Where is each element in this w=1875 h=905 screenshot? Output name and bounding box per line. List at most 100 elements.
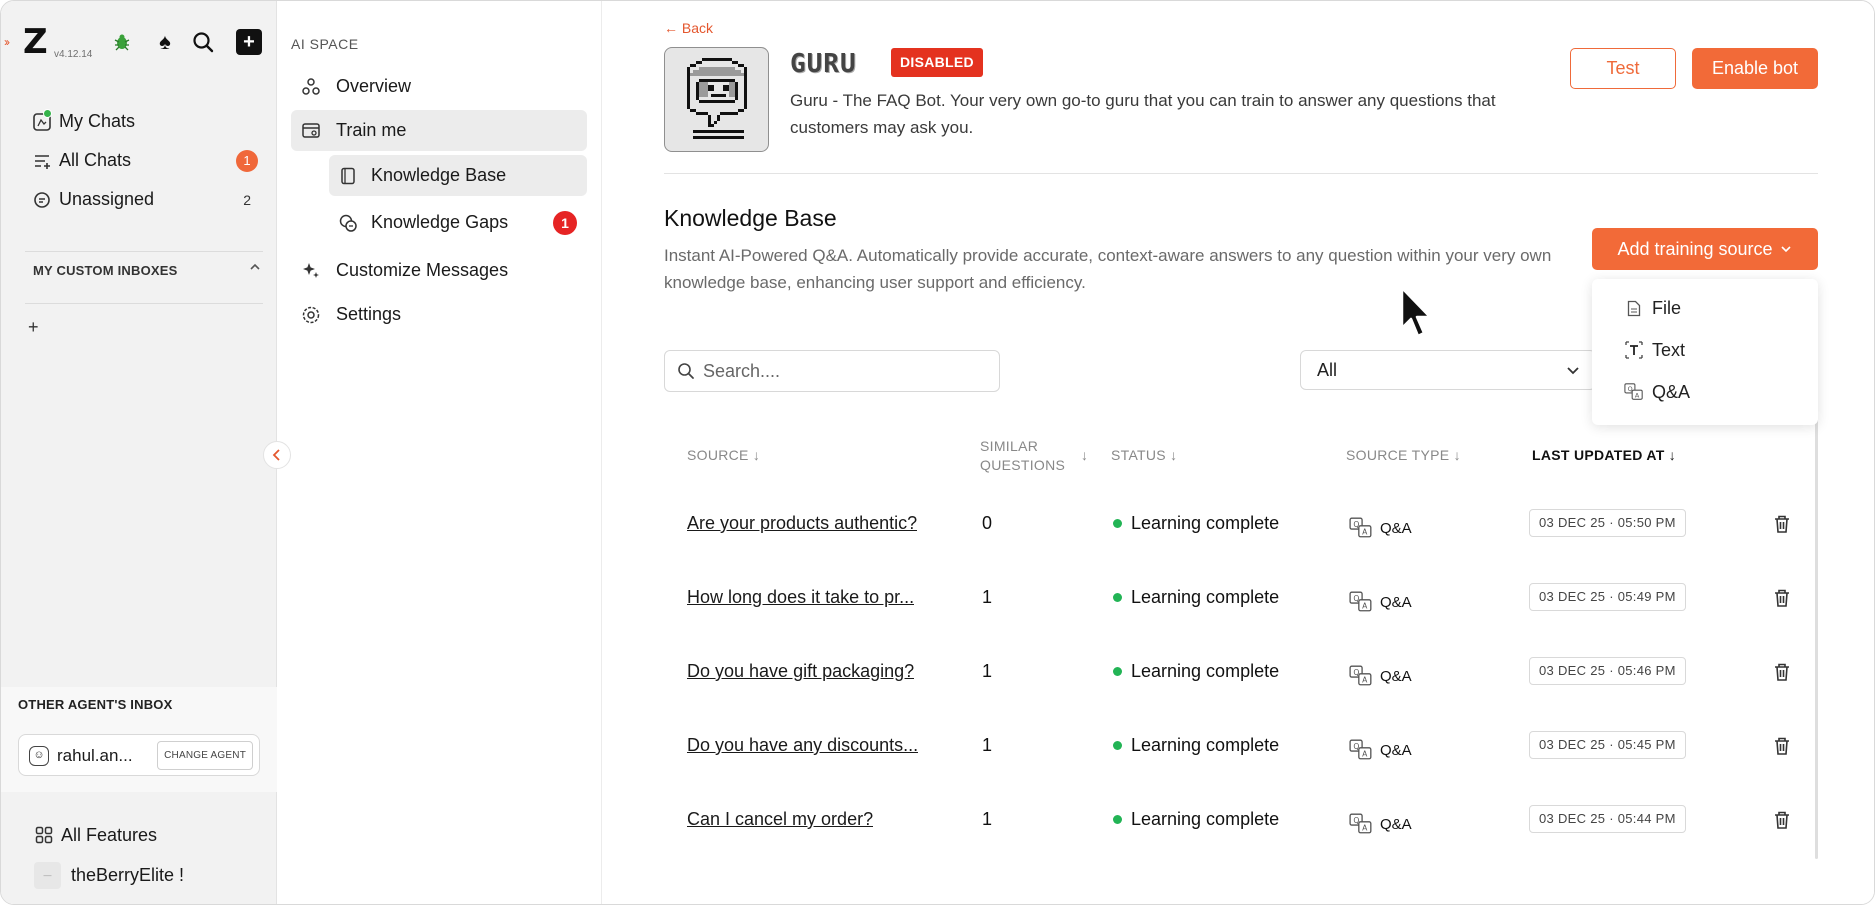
svg-text:Q: Q (1353, 816, 1359, 825)
trash-icon[interactable] (1771, 809, 1793, 831)
svg-text:A: A (1635, 392, 1640, 399)
text-icon (1624, 340, 1644, 360)
divider (664, 173, 1818, 174)
nav-item-label: My Chats (59, 111, 136, 131)
status-dot (1113, 741, 1122, 750)
table-scrollbar[interactable] (1815, 419, 1818, 859)
ai-nav-customize-messages[interactable]: Customize Messages (291, 250, 587, 291)
source-filter-select[interactable]: All (1300, 350, 1596, 390)
qa-icon: QA (1348, 737, 1374, 763)
section-title: Knowledge Base (664, 205, 837, 231)
chat-nav-list: My Chats All Chats 1 Unassigned 2 (31, 102, 261, 219)
gear-icon (300, 304, 322, 326)
menu-item-label: Q&A (1652, 381, 1691, 402)
trash-icon[interactable] (1771, 587, 1793, 609)
sparkle-icon (300, 260, 322, 282)
test-bot-button[interactable]: Test (1570, 48, 1676, 89)
add-inbox-button[interactable]: + (28, 317, 39, 338)
col-header-similar-questions[interactable]: SIMILAR QUESTIONS (980, 437, 1065, 475)
file-icon (1624, 298, 1644, 318)
bot-status-badge: DISABLED (891, 48, 983, 77)
ai-nav-label: Overview (336, 76, 412, 96)
ai-nav-label: Knowledge Base (371, 165, 507, 185)
bot-name-logo: GURU (790, 49, 857, 79)
gaps-icon (337, 212, 359, 234)
new-chat-button[interactable]: + (236, 29, 262, 55)
row-source-link[interactable]: How long does it take to pr... (687, 587, 914, 608)
trash-icon[interactable] (1771, 661, 1793, 683)
search-icon[interactable] (190, 29, 216, 55)
left-nav: ›› Z v4.12.14 ♠ + My Chats All Chats 1 U… (1, 1, 277, 904)
row-source-link[interactable]: Do you have gift packaging? (687, 661, 914, 682)
main-content: ← Back GURU DISABLED Guru - The FAQ Bot.… (602, 1, 1874, 904)
row-source-link[interactable]: Are your products authentic? (687, 513, 917, 534)
app-logo: Z (23, 22, 48, 62)
col-header-source[interactable]: SOURCE ↓ (687, 447, 760, 463)
all-features-label: All Features (61, 824, 158, 845)
add-training-source-button[interactable]: Add training source (1592, 228, 1818, 270)
search-input[interactable] (703, 360, 983, 382)
workspace-switcher[interactable]: — theBerryElite ! (34, 855, 264, 895)
row-source-type: Q A Q&A (1348, 589, 1412, 615)
nav-item-my-chats[interactable]: My Chats (31, 102, 261, 141)
svg-text:Q: Q (1353, 594, 1359, 603)
col-header-last-updated[interactable]: LAST UPDATED AT ↓ (1532, 447, 1676, 463)
menu-item-file[interactable]: File (1592, 287, 1818, 329)
ai-nav-knowledge-base[interactable]: Knowledge Base (329, 155, 587, 196)
row-updated-badge: 03 DEC 25 · 05:45 PM (1529, 731, 1686, 759)
row-status-text: Learning complete (1131, 809, 1280, 829)
menu-item-qa[interactable]: QA Q&A (1592, 371, 1818, 413)
spade-icon[interactable]: ♠ (152, 29, 178, 55)
row-source-link[interactable]: Do you have any discounts... (687, 735, 918, 756)
ai-nav-knowledge-gaps[interactable]: Knowledge Gaps 1 (329, 202, 587, 243)
row-updated-badge: 03 DEC 25 · 05:50 PM (1529, 509, 1686, 537)
enable-bot-button[interactable]: Enable bot (1692, 48, 1818, 89)
status-dot (1113, 815, 1122, 824)
row-source-type-text: Q&A (1380, 815, 1412, 833)
qa-icon: QA (1348, 589, 1374, 615)
svg-text:A: A (1362, 528, 1368, 537)
col-header-source-type[interactable]: SOURCE TYPE ↓ (1346, 447, 1461, 463)
qa-icon: QA (1348, 515, 1374, 541)
book-icon (337, 165, 359, 187)
bug-icon[interactable] (109, 29, 135, 55)
ai-nav-train-me[interactable]: Train me (291, 110, 587, 151)
nav-item-unassigned[interactable]: Unassigned 2 (31, 180, 261, 219)
trash-icon[interactable] (1771, 513, 1793, 535)
collapse-panel-button[interactable] (263, 441, 291, 469)
nav-item-all-chats[interactable]: All Chats 1 (31, 141, 261, 180)
chevron-up-icon[interactable] (249, 261, 261, 276)
row-source-link[interactable]: Can I cancel my order? (687, 809, 873, 830)
train-icon (300, 120, 322, 142)
list-filter-icon (31, 150, 53, 172)
row-status-text: Learning complete (1131, 735, 1280, 755)
row-source-type: Q A Q&A (1348, 515, 1412, 541)
table-row: Do you have any discounts... 1 Learning … (664, 711, 1818, 785)
back-link[interactable]: ← Back (664, 20, 713, 36)
expand-arrows-icon[interactable]: ›› (4, 35, 10, 49)
section-description: Instant AI-Powered Q&A. Automatically pr… (664, 246, 1552, 292)
table-row: Do you have gift packaging? 1 Learning c… (664, 637, 1818, 711)
ai-nav-overview[interactable]: Overview (291, 66, 587, 107)
col-header-status[interactable]: STATUS ↓ (1111, 447, 1177, 463)
ai-space-title: AI SPACE (291, 36, 359, 52)
add-training-source-label: Add training source (1617, 238, 1773, 259)
svg-text:Q: Q (1628, 386, 1633, 393)
robot-chat-icon (686, 57, 747, 139)
ai-nav-label: Train me (336, 120, 407, 140)
all-features-link[interactable]: All Features (34, 815, 264, 855)
svg-text:Q: Q (1353, 520, 1359, 529)
col-header-similar-sort[interactable]: ↓ (1081, 447, 1088, 463)
search-box (664, 350, 1000, 392)
bot-avatar (664, 47, 769, 152)
custom-inboxes-header[interactable]: MY CUSTOM INBOXES (33, 263, 261, 278)
row-status-text: Learning complete (1131, 587, 1280, 607)
training-source-menu: File Text QA Q&A (1592, 279, 1818, 425)
change-agent-button[interactable]: CHANGE AGENT (157, 741, 253, 770)
divider (25, 303, 263, 304)
ai-nav-settings[interactable]: Settings (291, 294, 587, 335)
menu-item-text[interactable]: Text (1592, 329, 1818, 371)
trash-icon[interactable] (1771, 735, 1793, 757)
status-dot (1113, 667, 1122, 676)
table-row: How long does it take to pr... 1 Learnin… (664, 563, 1818, 637)
